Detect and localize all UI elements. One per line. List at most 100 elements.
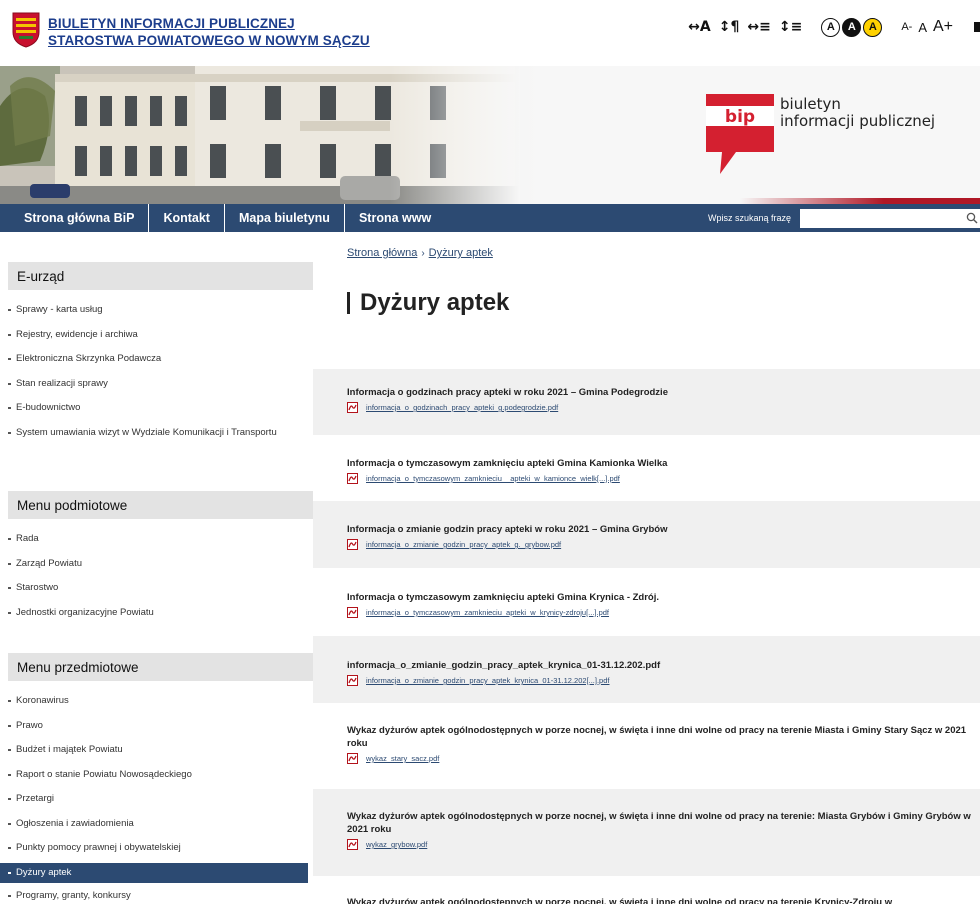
entry-file-link[interactable]: informacja_o_tymczasowym_zamknieciu__apt…: [366, 474, 620, 483]
sidebar-item[interactable]: Jednostki organizacyjne Powiatu: [8, 607, 308, 619]
breadcrumb-home[interactable]: Strona główna: [347, 247, 417, 259]
bip-logo-icon: bip: [706, 94, 774, 174]
entry-title[interactable]: Informacja o tymczasowym zamknięciu apte…: [347, 457, 972, 470]
top-bar: BIULETYN INFORMACJI PUBLICZNEJ STAROSTWA…: [0, 0, 980, 66]
sidebar-item[interactable]: Koronawirus: [8, 695, 308, 707]
sidebar-item[interactable]: Punkty pomocy prawnej i obywatelskiej: [8, 842, 308, 854]
entry-file[interactable]: informacja_o_zmianie_godzin_pracy_aptek_…: [347, 539, 980, 550]
entry-title[interactable]: Wykaz dyżurów aptek ogólnodostępnych w p…: [347, 896, 972, 904]
entry-title[interactable]: Wykaz dyżurów aptek ogólnodostępnych w p…: [347, 724, 972, 750]
list-item: Informacja o tymczasowym zamknięciu apte…: [313, 568, 980, 636]
pdf-icon: [347, 675, 358, 686]
breadcrumb: Strona główna › Dyżury aptek: [347, 247, 493, 259]
sidebar-section-title: Menu przedmiotowe: [8, 653, 313, 681]
entry-file[interactable]: wykaz_stary_sacz.pdf: [347, 753, 980, 764]
breadcrumb-current[interactable]: Dyżury aptek: [429, 247, 493, 259]
sidebar-section-title: E-urząd: [8, 262, 313, 290]
contrast-yellow-button[interactable]: A: [863, 17, 883, 37]
entry-title[interactable]: informacja_o_zmianie_godzin_pracy_aptek_…: [347, 659, 972, 672]
sidebar-item[interactable]: Starostwo: [8, 582, 308, 594]
pdf-icon: [347, 402, 358, 413]
list-item: Wykaz dyżurów aptek ogólnodostępnych w p…: [313, 703, 980, 789]
sidebar-item[interactable]: Prawo: [8, 720, 308, 732]
entry-title[interactable]: Wykaz dyżurów aptek ogólnodostępnych w p…: [347, 810, 972, 836]
entry-file-link[interactable]: informacja_o_godzinach_pracy_apteki_g.po…: [366, 403, 558, 412]
sidebar-list-przedmiotowe: Koronawirus Prawo Budżet i majątek Powia…: [0, 695, 308, 904]
sidebar-item[interactable]: Elektroniczna Skrzynka Podawcza: [8, 353, 308, 365]
entry-file[interactable]: informacja_o_tymczasowym_zamknieciu_apte…: [347, 607, 980, 618]
entry-file[interactable]: informacja_o_tymczasowym_zamknieciu__apt…: [347, 473, 980, 484]
sidebar-item[interactable]: Budżet i majątek Powiatu: [8, 744, 308, 756]
sidebar-item[interactable]: Zarząd Powiatu: [8, 558, 308, 570]
search-label: Wpisz szukaną frazę: [708, 213, 792, 223]
pdf-icon: [347, 539, 358, 550]
font-small-button[interactable]: A-: [901, 21, 912, 33]
nav-home[interactable]: Strona główna BiP: [0, 204, 150, 232]
accessibility-toolbar: ↔A ↕¶ ↔≡ ↕≡ A A A A- A A+: [684, 14, 980, 40]
line-height-button[interactable]: ↕¶: [719, 19, 740, 35]
search-input[interactable]: [800, 209, 980, 228]
list-item: Wykaz dyżurów aptek ogólnodostępnych w p…: [313, 876, 980, 904]
entry-file-link[interactable]: wykaz_stary_sacz.pdf: [366, 754, 439, 763]
contrast-dark-button[interactable]: A: [842, 17, 862, 37]
entry-title[interactable]: Informacja o godzinach pracy apteki w ro…: [347, 386, 972, 399]
nav-contact[interactable]: Kontakt: [149, 204, 225, 232]
list-item: informacja_o_zmianie_godzin_pracy_aptek_…: [313, 636, 980, 703]
site-title-line2: STAROSTWA POWIATOWEGO W NOWYM SĄCZU: [48, 33, 370, 48]
sidebar-item[interactable]: E-budownictwo: [8, 402, 308, 414]
page-title: Dyżury aptek: [347, 291, 509, 315]
paragraph-spacing-button[interactable]: ↕≡: [779, 19, 802, 35]
nav-sitemap[interactable]: Mapa biuletynu: [225, 204, 345, 232]
breadcrumb-separator: ›: [421, 248, 425, 259]
bip-label: biuletyn informacji publicznej: [780, 96, 935, 130]
main-content: Strona główna › Dyżury aptek Dyżury aptek …: [313, 232, 980, 904]
sidebar-item[interactable]: Stan realizacji sprawy: [8, 378, 308, 390]
list-item: Wykaz dyżurów aptek ogólnodostępnych w p…: [313, 789, 980, 876]
word-spacing-button[interactable]: ↔≡: [747, 19, 770, 35]
entry-file-link[interactable]: informacja_o_zmianie_godzin_pracy_aptek_…: [366, 540, 561, 549]
crest-icon: [12, 12, 40, 48]
sidebar-item[interactable]: System umawiania wizyt w Wydziale Komuni…: [8, 427, 308, 439]
bip-mark: bip: [725, 107, 755, 127]
main-nav: Strona główna BiP Kontakt Mapa biuletynu…: [0, 204, 980, 232]
bip-label-line1: biuletyn: [780, 95, 841, 113]
sidebar-list-podmiotowe: Rada Zarząd Powiatu Starostwo Jednostki …: [8, 533, 308, 631]
pdf-icon: [347, 839, 358, 850]
pdf-icon: [347, 753, 358, 764]
entry-file[interactable]: wykaz_grybow.pdf: [347, 839, 980, 850]
contrast-normal-button[interactable]: A: [821, 17, 841, 37]
sidebar-item[interactable]: Ogłoszenia i zawiadomienia: [8, 818, 308, 830]
sidebar: E-urząd Sprawy - karta usług Rejestry, e…: [0, 232, 313, 904]
building-photo: [0, 66, 520, 204]
entry-file-link[interactable]: informacja_o_zmianie_godzin_pracy_aptek_…: [366, 676, 610, 685]
search-icon[interactable]: [966, 212, 978, 224]
list-item: Informacja o zmianie godzin pracy apteki…: [313, 501, 980, 568]
font-large-button[interactable]: A+: [933, 18, 953, 36]
entry-title[interactable]: Informacja o tymczasowym zamknięciu apte…: [347, 591, 972, 604]
entry-title[interactable]: Informacja o zmianie godzin pracy apteki…: [347, 523, 972, 536]
letter-spacing-button[interactable]: ↔A: [688, 19, 711, 35]
nav-website[interactable]: Strona www: [345, 204, 445, 232]
entry-file-link[interactable]: informacja_o_tymczasowym_zamknieciu_apte…: [366, 608, 609, 617]
sidebar-item[interactable]: Rejestry, ewidencje i archiwa: [8, 329, 308, 341]
list-item: Informacja o godzinach pracy apteki w ro…: [313, 369, 980, 435]
sidebar-item[interactable]: Programy, granty, konkursy: [8, 890, 308, 902]
entry-file[interactable]: informacja_o_zmianie_godzin_pracy_aptek_…: [347, 675, 980, 686]
pdf-icon: [347, 473, 358, 484]
entry-file[interactable]: informacja_o_godzinach_pracy_apteki_g.po…: [347, 402, 980, 413]
sidebar-section-title: Menu podmiotowe: [8, 491, 313, 519]
sidebar-item[interactable]: Raport o stanie Powiatu Nowosądeckiego: [8, 769, 308, 781]
sidebar-list-e-urzad: Sprawy - karta usług Rejestry, ewidencje…: [8, 304, 308, 451]
bip-label-line2: informacji publicznej: [780, 112, 936, 130]
sidebar-item-active[interactable]: Dyżury aptek: [0, 862, 308, 883]
font-normal-button[interactable]: A: [918, 20, 927, 35]
sidebar-item[interactable]: Przetargi: [8, 793, 308, 805]
entry-file-link[interactable]: wykaz_grybow.pdf: [366, 840, 427, 849]
site-title[interactable]: BIULETYN INFORMACJI PUBLICZNEJ STAROSTWA…: [48, 15, 370, 49]
pdf-icon: [347, 607, 358, 618]
lock-icon: [974, 22, 980, 32]
sidebar-item[interactable]: Rada: [8, 533, 308, 545]
site-title-line1: BIULETYN INFORMACJI PUBLICZNEJ: [48, 16, 295, 31]
header-banner: bip biuletyn informacji publicznej: [0, 66, 980, 204]
sidebar-item[interactable]: Sprawy - karta usług: [8, 304, 308, 316]
